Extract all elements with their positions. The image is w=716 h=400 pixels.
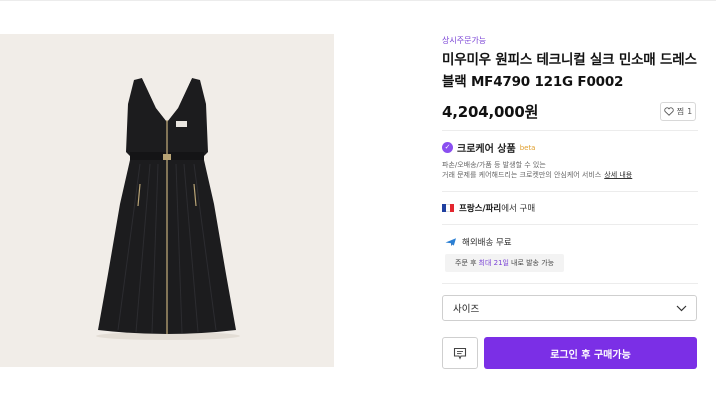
purchase-origin: 프랑스/파리에서 구매: [442, 202, 535, 214]
care-beta-badge: beta: [519, 143, 536, 152]
care-desc-line1: 파손/오배송/가품 등 발생할 수 있는: [442, 161, 546, 169]
message-icon: [453, 347, 467, 360]
plane-icon: [445, 238, 456, 246]
chevron-down-icon: [676, 305, 687, 311]
shield-check-icon: ✓: [442, 142, 453, 153]
divider: [442, 283, 698, 284]
care-detail-link[interactable]: 상세 내용: [604, 171, 632, 179]
dress-illustration: [0, 34, 334, 367]
product-title: 미우미우 원피스 테크니컬 실크 민소매 드레스 블랙 MF4790 121G …: [442, 52, 697, 90]
divider: [442, 224, 698, 225]
availability-badge: 상시주문가능: [442, 36, 487, 45]
origin-suffix: 에서 구매: [501, 204, 536, 214]
heart-outline-icon: [664, 107, 674, 116]
shipping-row: 해외배송 무료: [445, 236, 512, 248]
shipping-info-suffix: 내로 발송 가능: [511, 259, 555, 267]
product-image[interactable]: [0, 34, 334, 367]
product-price: 4,204,000원: [442, 103, 539, 121]
shipping-info-prefix: 주문 후: [455, 259, 477, 267]
origin-text: 프랑스/파리에서 구매: [459, 202, 535, 214]
shipping-info-highlight: 최대 21일: [478, 259, 509, 267]
shipping-label: 해외배송 무료: [462, 238, 512, 248]
shipping-info-box: 주문 후 최대 21일 내로 발송 가능: [445, 254, 565, 272]
origin-country: 프랑스/파리: [459, 204, 502, 214]
care-header: ✓ 크로케어 상품 beta: [442, 140, 535, 155]
like-button[interactable]: 찜 1: [660, 102, 696, 121]
size-select-label: 사이즈: [453, 304, 480, 315]
like-label: 찜: [676, 107, 685, 116]
care-title: 크로케어 상품: [457, 144, 516, 155]
france-flag-icon: [442, 204, 454, 212]
login-to-buy-button[interactable]: 로그인 후 구매가능: [484, 337, 697, 369]
care-description: 파손/오배송/가품 등 발생할 수 있는 거래 문제를 케어해드리는 크로켓만의…: [442, 160, 632, 180]
care-desc-line2: 거래 문제를 케어해드리는 크로켓만의 안심케어 서비스: [442, 171, 602, 179]
size-select[interactable]: 사이즈: [442, 295, 697, 321]
message-button[interactable]: [442, 337, 478, 369]
divider: [442, 130, 698, 131]
like-count: 1: [687, 107, 693, 116]
divider: [442, 191, 698, 192]
top-divider: [0, 0, 716, 1]
